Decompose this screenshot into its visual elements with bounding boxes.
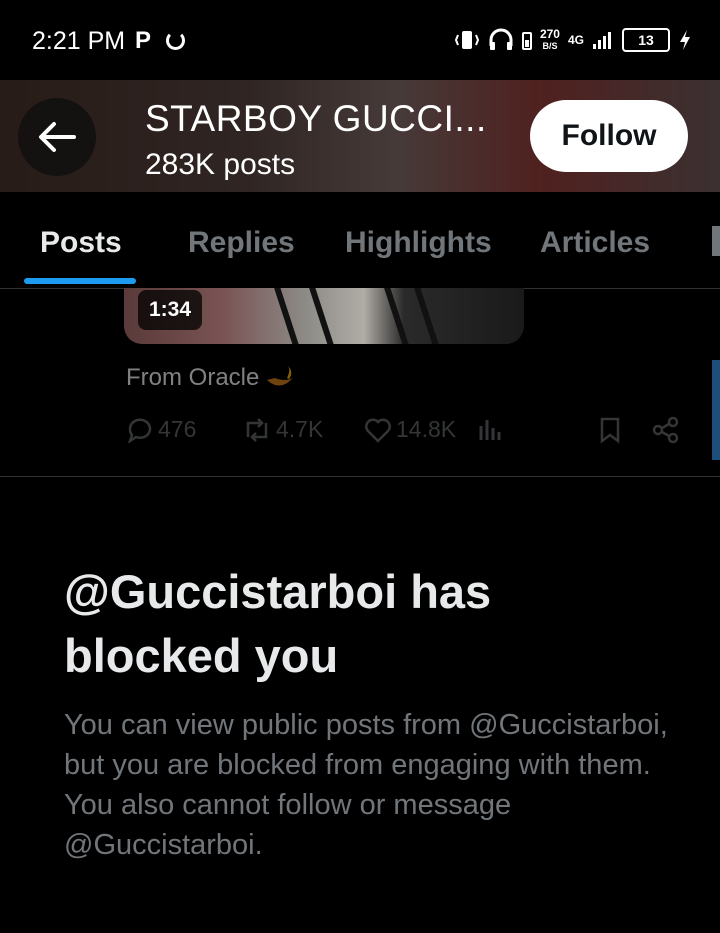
oil-lamp-emoji-icon (267, 366, 294, 386)
tab-replies[interactable]: Replies (188, 226, 295, 260)
bookmark-icon (600, 417, 620, 444)
reply-button[interactable]: 476 (126, 416, 196, 443)
bookmark-button[interactable] (597, 416, 623, 444)
tab-articles[interactable]: Articles (540, 226, 650, 260)
share-button[interactable] (652, 416, 680, 444)
heart-icon (365, 418, 391, 443)
profile-header: STARBOY GUCCI... 283K posts Follow (0, 80, 720, 192)
back-button[interactable] (18, 98, 96, 176)
video-duration: 1:34 (138, 290, 202, 330)
charging-icon (680, 30, 690, 50)
post-text-label: From Oracle (126, 364, 260, 391)
post-text: From Oracle (126, 364, 295, 392)
tab-overflow-indicator[interactable] (712, 226, 720, 256)
blocked-description: You can view public posts from @Guccista… (64, 709, 668, 861)
network-speed: 270 B/S (539, 27, 560, 51)
repost-icon (246, 417, 268, 442)
status-icons: 270 B/S 4G 13 (454, 22, 692, 58)
post-divider (0, 476, 720, 477)
reply-icon (128, 418, 152, 443)
arrow-left-icon (39, 122, 76, 152)
post-actions: 476 4.7K 14.8K (0, 416, 720, 452)
vibrate-icon (454, 31, 480, 49)
like-count: 14.8K (396, 416, 457, 442)
views-button[interactable] (478, 416, 504, 442)
tab-highlights[interactable]: Highlights (345, 226, 492, 260)
headphones-icon (489, 28, 513, 50)
signal-icon (593, 32, 611, 49)
scrollbar[interactable] (712, 360, 720, 460)
blocked-title: @Guccistarboi has blocked you (64, 565, 492, 682)
status-bar: 2:21 PM P 270 B/S 4G 13 (0, 0, 720, 80)
share-icon (652, 416, 679, 444)
analytics-icon (479, 420, 501, 440)
reply-count: 476 (158, 416, 197, 442)
headphone-battery-icon (521, 32, 532, 50)
repost-button[interactable]: 4.7K (242, 416, 323, 443)
like-button[interactable]: 14.8K (364, 416, 456, 443)
tab-posts[interactable]: Posts (40, 226, 122, 260)
follow-button[interactable]: Follow (530, 100, 688, 172)
sync-icon (166, 31, 185, 50)
battery-icon: 13 (622, 28, 670, 52)
network-type: 4G (567, 33, 584, 47)
repost-count: 4.7K (276, 416, 324, 442)
app-notification-icon: P (135, 27, 152, 54)
profile-tabs: Posts Replies Highlights Articles (0, 192, 720, 289)
status-time: 2:21 PM (32, 27, 126, 55)
post-count: 283K posts (145, 148, 296, 181)
profile-name: STARBOY GUCCI... (145, 98, 487, 139)
active-tab-indicator (24, 278, 136, 284)
